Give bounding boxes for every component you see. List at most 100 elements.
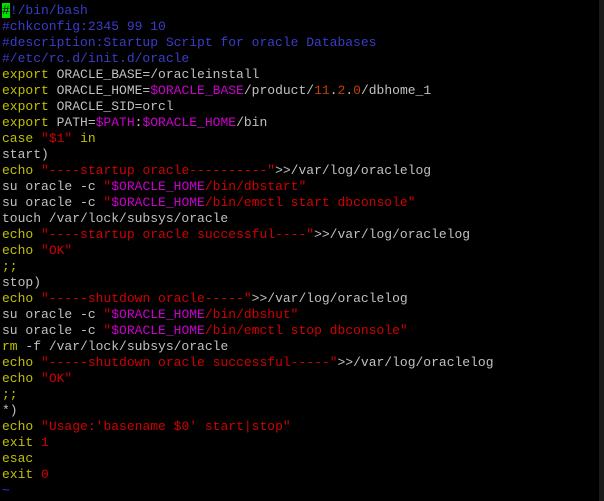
string-token: /bin/emctl stop dbconsole" <box>204 323 408 338</box>
text-token: /oracleinstall <box>150 67 260 82</box>
text-token: su oracle -c <box>2 179 104 194</box>
editor-line: *) <box>2 403 600 419</box>
keyword-token: exit <box>2 435 34 450</box>
string-token: /bin/dbstart" <box>204 179 307 194</box>
text-token: PATH= <box>48 115 96 130</box>
editor-line: case "$1" in <box>2 131 600 147</box>
editor-line: #!/bin/bash <box>2 3 600 19</box>
number-token: 0 <box>353 83 361 98</box>
text-token: /bin <box>236 115 268 130</box>
string-token: "Usage:'basename $0' start|stop" <box>41 419 291 434</box>
keyword-token: case <box>2 131 34 146</box>
empty-line-marker: ~ <box>2 483 10 498</box>
editor-line: echo "-----shutdown oracle-----">>/var/l… <box>2 291 600 307</box>
editor-line: start) <box>2 147 600 163</box>
editor-line: echo "----startup oracle successful----"… <box>2 227 600 243</box>
text-token: . <box>329 83 338 98</box>
text-token: su oracle -c <box>2 195 104 210</box>
terminal-editor[interactable]: #!/bin/bash #chkconfig:2345 99 10 #descrip… <box>2 3 600 499</box>
text-token: -f /var/lock/subsys/oracle <box>17 339 229 354</box>
string-token: "----startup oracle----------" <box>41 163 276 178</box>
comment-token: #/etc/rc.d/init.d/oracle <box>2 51 190 66</box>
editor-line: echo "-----shutdown oracle successful---… <box>2 355 600 371</box>
keyword-token: export <box>2 83 49 98</box>
editor-line: echo "Usage:'basename $0' start|stop" <box>2 419 600 435</box>
text-token: start) <box>2 147 49 162</box>
keyword-token: export <box>2 115 49 130</box>
variable-token: $ORACLE_HOME <box>111 307 205 322</box>
editor-line: echo "OK" <box>2 243 600 259</box>
comment-token: !/bin/bash <box>9 3 88 18</box>
variable-token: $ORACLE_HOME <box>111 179 205 194</box>
string-token: "----startup oracle successful----" <box>41 227 315 242</box>
text-token: >>/var/log/oraclelog <box>251 291 408 306</box>
editor-line: export ORACLE_HOME=$ORACLE_BASE/product/… <box>2 83 600 99</box>
editor-line: su oracle -c "$ORACLE_HOME/bin/emctl sto… <box>2 323 600 339</box>
keyword-token: ;; <box>2 259 18 274</box>
keyword-token: echo <box>2 355 34 370</box>
editor-line: su oracle -c "$ORACLE_HOME/bin/dbstart" <box>2 179 600 195</box>
string-token: "-----shutdown oracle successful-----" <box>41 355 338 370</box>
editor-line: exit 0 <box>2 467 600 483</box>
text-token: stop) <box>2 275 42 290</box>
text-token: /product/ <box>243 83 315 98</box>
keyword-token: export <box>2 67 49 82</box>
editor-line: touch /var/lock/subsys/oracle <box>2 211 600 227</box>
vertical-scrollbar[interactable] <box>599 0 604 501</box>
editor-line: ;; <box>2 387 600 403</box>
keyword-token: rm <box>2 339 18 354</box>
variable-token: $ORACLE_HOME <box>111 195 205 210</box>
editor-line: #chkconfig:2345 99 10 <box>2 19 600 35</box>
keyword-token: ;; <box>2 387 18 402</box>
variable-token: $ORACLE_HOME <box>142 115 237 130</box>
text-cursor: # <box>2 3 10 18</box>
editor-line: echo "OK" <box>2 371 600 387</box>
string-token: "$1" <box>41 131 73 146</box>
variable-token: $ORACLE_HOME <box>111 323 205 338</box>
keyword-token: exit <box>2 467 34 482</box>
keyword-token: echo <box>2 291 34 306</box>
comment-token: #chkconfig:2345 99 10 <box>2 19 166 34</box>
editor-line: su oracle -c "$ORACLE_HOME/bin/dbshut" <box>2 307 600 323</box>
variable-token: $PATH <box>95 115 135 130</box>
keyword-token: echo <box>2 419 34 434</box>
string-token: "-----shutdown oracle-----" <box>41 291 252 306</box>
comment-token: #description:Startup Script for oracle D… <box>2 35 377 50</box>
editor-line: stop) <box>2 275 600 291</box>
editor-line: export PATH=$PATH:$ORACLE_HOME/bin <box>2 115 600 131</box>
keyword-token: export <box>2 99 49 114</box>
text-token: >>/var/log/oraclelog <box>314 227 471 242</box>
keyword-token: esac <box>2 451 34 466</box>
text-token: /dbhome_1 <box>360 83 432 98</box>
variable-token: $ORACLE_BASE <box>150 83 244 98</box>
string-token: 1 <box>41 435 49 450</box>
string-token: /bin/dbshut" <box>204 307 299 322</box>
text-token: su oracle -c <box>2 323 104 338</box>
text-token: . <box>345 83 354 98</box>
editor-line: export ORACLE_SID=orcl <box>2 99 600 115</box>
text-token: ORACLE_HOME= <box>48 83 151 98</box>
editor-line: #/etc/rc.d/init.d/oracle <box>2 51 600 67</box>
keyword-token: echo <box>2 243 34 258</box>
text-token: >>/var/log/oraclelog <box>337 355 494 370</box>
editor-line: esac <box>2 451 600 467</box>
keyword-token: echo <box>2 371 34 386</box>
editor-line: export ORACLE_BASE=/oracleinstall <box>2 67 600 83</box>
keyword-token: in <box>80 131 96 146</box>
string-token: 0 <box>41 467 49 482</box>
string-token: "OK" <box>41 243 73 258</box>
string-token: "OK" <box>41 371 73 386</box>
editor-line: su oracle -c "$ORACLE_HOME/bin/emctl sta… <box>2 195 600 211</box>
text-token: su oracle -c <box>2 307 104 322</box>
editor-line: exit 1 <box>2 435 600 451</box>
keyword-token: echo <box>2 227 34 242</box>
